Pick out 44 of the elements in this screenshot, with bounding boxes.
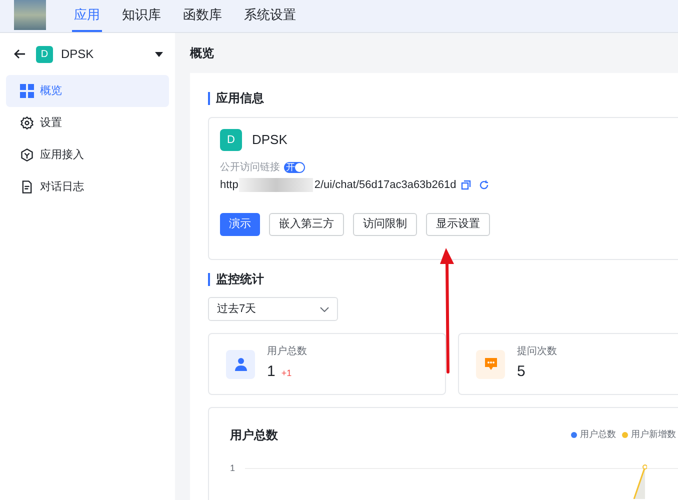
action-button[interactable]: 嵌入第三方 bbox=[269, 213, 344, 236]
sidebar-item[interactable]: 概览 bbox=[6, 75, 169, 107]
stat-label: 用户总数 bbox=[267, 344, 307, 360]
app-avatar: D bbox=[220, 129, 242, 151]
app-name: DPSK bbox=[61, 46, 95, 63]
refresh-icon[interactable] bbox=[479, 180, 490, 190]
page-title: 概览 bbox=[190, 45, 214, 62]
axis-tick-label: 1 bbox=[230, 462, 236, 475]
stat-delta: +1 bbox=[281, 367, 292, 380]
user-icon bbox=[234, 357, 248, 371]
chevron-down-icon bbox=[320, 306, 329, 312]
document-icon bbox=[20, 180, 34, 194]
chat-bubble-icon bbox=[484, 357, 498, 371]
sidebar-item[interactable]: 设置 bbox=[6, 107, 169, 139]
logo-photo-placeholder bbox=[14, 0, 46, 30]
caret-icon[interactable] bbox=[155, 52, 163, 56]
legend-label: 用户总数 bbox=[580, 428, 616, 442]
copy-icon[interactable] bbox=[461, 180, 472, 190]
nav-tab[interactable]: 函数库 bbox=[181, 0, 224, 32]
url-text: http bbox=[220, 178, 238, 193]
app-avatar: D bbox=[36, 46, 53, 62]
public-link-label: 公开访问链接 bbox=[220, 160, 280, 174]
legend-label: 用户新增数 bbox=[631, 428, 676, 442]
chart-title: 用户总数 bbox=[230, 427, 278, 444]
nav-tab[interactable]: 知识库 bbox=[120, 0, 163, 32]
grid-icon bbox=[20, 84, 34, 98]
action-button[interactable]: 访问限制 bbox=[353, 213, 417, 236]
action-button[interactable]: 演示 bbox=[220, 213, 260, 236]
section-heading: 应用信息 bbox=[216, 90, 264, 107]
stat-value: 5 bbox=[517, 362, 526, 382]
app-name: DPSK bbox=[252, 131, 288, 150]
gear-icon bbox=[20, 116, 34, 130]
nav-tab[interactable]: 系统设置 bbox=[242, 0, 298, 32]
url-text: 2/ui/chat/56d17ac3a63b261d bbox=[314, 178, 456, 193]
back-arrow-icon[interactable] bbox=[14, 48, 26, 60]
hexagon-icon bbox=[20, 148, 34, 162]
section-heading: 监控统计 bbox=[216, 271, 264, 288]
stat-value: 1 bbox=[267, 362, 276, 382]
sidebar-item[interactable]: 应用接入 bbox=[6, 139, 169, 171]
toggle-switch[interactable]: 开 bbox=[284, 162, 305, 172]
period-select[interactable]: 过去7天 bbox=[208, 297, 338, 321]
action-button[interactable]: 显示设置 bbox=[426, 213, 490, 236]
sidebar-item[interactable]: 对话日志 bbox=[6, 171, 169, 203]
stat-label: 提问次数 bbox=[517, 345, 557, 360]
